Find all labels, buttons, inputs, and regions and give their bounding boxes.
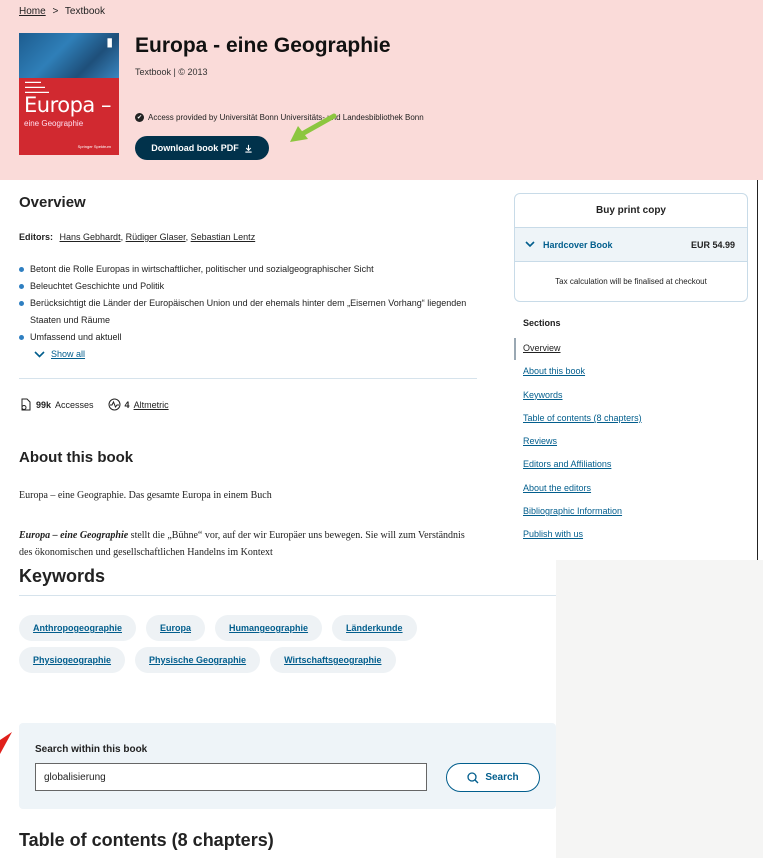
search-label: Search within this book	[35, 744, 148, 755]
section-item-bibliographic[interactable]: Bibliographic Information	[523, 506, 642, 529]
section-link[interactable]: Publish with us	[523, 529, 583, 539]
book-cover-image: ▮ ▬▬▬▬ ▬▬▬▬▬ ▬▬▬▬▬▬ Europa – eine Geograph…	[19, 33, 119, 155]
accesses-count: 99k	[36, 399, 52, 410]
tax-note: Tax calculation will be finalised at che…	[555, 277, 707, 286]
about-paragraph: Europa – eine Geographie stellt die „Büh…	[19, 527, 479, 561]
search-icon	[467, 771, 479, 783]
keywords-row: Physiogeographie Physische Geographie Wi…	[19, 647, 396, 673]
section-item-publish[interactable]: Publish with us	[523, 529, 642, 552]
section-link[interactable]: Bibliographic Information	[523, 506, 622, 516]
toc-heading: Table of contents (8 chapters)	[19, 830, 274, 850]
cover-publisher: Springer Spektrum	[77, 144, 111, 149]
keyword-chip[interactable]: Anthropogeographie	[19, 615, 136, 641]
section-item-overview[interactable]: Overview	[523, 343, 642, 366]
keyword-chip[interactable]: Wirtschaftsgeographie	[270, 647, 396, 673]
cover-subtitle: eine Geographie	[24, 119, 84, 128]
list-item: Umfassend und aktuell	[19, 329, 479, 346]
check-circle-icon: ✔	[135, 113, 144, 122]
keywords-heading: Keywords	[19, 566, 106, 586]
download-pdf-label: Download book PDF	[151, 143, 239, 153]
cover-logo: ▮	[106, 35, 113, 49]
list-item: Betont die Rolle Europas in wirtschaftli…	[19, 261, 479, 278]
download-pdf-button[interactable]: Download book PDF	[135, 136, 269, 160]
list-item: Berücksichtigt die Länder der Europäisch…	[19, 295, 479, 329]
show-all-button[interactable]: Show all	[34, 349, 85, 359]
divider	[19, 595, 556, 596]
about-heading: About this book	[19, 449, 134, 466]
list-item: Beleuchtet Geschichte und Politik	[19, 278, 479, 295]
section-item-reviews[interactable]: Reviews	[523, 436, 642, 459]
hardcover-price: EUR 54.99	[690, 239, 735, 250]
hardcover-label: Hardcover Book	[543, 239, 613, 250]
page-title: Europa - eine Geographie	[135, 34, 391, 57]
cover-title: Europa –	[24, 93, 111, 117]
editor-link[interactable]: Rüdiger Glaser	[126, 232, 186, 242]
scroll-edge	[757, 180, 758, 560]
breadcrumb-home-link[interactable]: Home	[19, 6, 46, 17]
altmetric-icon	[108, 398, 121, 411]
annotation-arrow-icon	[290, 113, 337, 142]
hardcover-option[interactable]: Hardcover Book EUR 54.99	[515, 228, 747, 262]
keyword-chip[interactable]: Physiogeographie	[19, 647, 126, 673]
section-link[interactable]: Editors and Affiliations	[523, 459, 611, 469]
section-link[interactable]: About this book	[523, 366, 585, 376]
buy-print-box: Buy print copy Hardcover Book EUR 54.99 …	[514, 193, 748, 302]
buy-title: Buy print copy	[515, 194, 747, 228]
search-button-label: Search	[485, 772, 519, 783]
about-paragraph: Europa – eine Geographie. Das gesamte Eu…	[19, 490, 272, 501]
about-emphasis: Europa – eine Geographie	[19, 530, 129, 541]
section-link[interactable]: Reviews	[523, 436, 557, 446]
download-icon	[245, 144, 252, 153]
chevron-down-icon	[34, 350, 45, 358]
access-text: Access provided by Universität Bonn Univ…	[148, 113, 424, 122]
metrics-bar: 99k Accesses 4 Altmetric	[19, 398, 169, 411]
annotation-marker-icon	[0, 732, 12, 754]
divider	[19, 378, 477, 379]
keyword-chip[interactable]: Länderkunde	[332, 615, 417, 641]
show-all-label: Show all	[51, 349, 86, 359]
sections-heading: Sections	[523, 318, 561, 328]
section-link[interactable]: Table of contents (8 chapters)	[523, 413, 642, 423]
search-input[interactable]: globalisierung	[35, 763, 427, 791]
breadcrumb: Home > Textbook	[19, 6, 105, 17]
access-notice: ✔ Access provided by Universität Bonn Un…	[135, 113, 424, 122]
keyword-chip[interactable]: Humangeographie	[215, 615, 323, 641]
accesses-label: Accesses	[55, 399, 94, 410]
chevron-down-icon	[525, 241, 535, 248]
editor-link[interactable]: Sebastian Lentz	[191, 232, 256, 242]
keyword-chip[interactable]: Europa	[146, 615, 206, 641]
search-button[interactable]: Search	[446, 763, 540, 792]
lower-right-blank	[556, 560, 763, 858]
cover-map-strip: ▮	[19, 33, 119, 78]
sections-nav: Overview About this book Keywords Table …	[523, 343, 642, 553]
overview-bullets: Betont die Rolle Europas in wirtschaftli…	[19, 261, 479, 346]
editors-line: Editors: Hans Gebhardt, Rüdiger Glaser, …	[19, 232, 256, 242]
section-item-about[interactable]: About this book	[523, 366, 642, 389]
section-item-editors[interactable]: Editors and Affiliations	[523, 459, 642, 482]
section-item-keywords[interactable]: Keywords	[523, 390, 642, 413]
altmetric-count: 4	[124, 399, 130, 410]
altmetric-link[interactable]: Altmetric	[134, 400, 169, 410]
cover-author-names: ▬▬▬▬ ▬▬▬▬▬ ▬▬▬▬▬▬	[25, 79, 49, 94]
keyword-chip[interactable]: Physische Geographie	[135, 647, 261, 673]
section-item-toc[interactable]: Table of contents (8 chapters)	[523, 413, 642, 436]
section-link[interactable]: Keywords	[523, 390, 563, 400]
search-within-book: Search within this book globalisierung S…	[19, 723, 556, 809]
editor-link[interactable]: Hans Gebhardt	[60, 232, 121, 242]
active-section-indicator	[514, 338, 516, 360]
section-item-about-editors[interactable]: About the editors	[523, 483, 642, 506]
section-link[interactable]: About the editors	[523, 483, 591, 493]
section-link[interactable]: Overview	[523, 343, 561, 353]
book-meta: Textbook | © 2013	[135, 67, 208, 77]
editors-label: Editors:	[19, 232, 54, 242]
breadcrumb-current: Textbook	[64, 6, 105, 17]
keywords-row: Anthropogeographie Europa Humangeographi…	[19, 615, 417, 641]
overview-heading: Overview	[19, 194, 86, 211]
download-count-icon	[21, 398, 31, 411]
page: Home > Textbook ▮ ▬▬▬▬ ▬▬▬▬▬ ▬▬▬▬▬▬ Europa…	[0, 0, 763, 858]
breadcrumb-separator: >	[52, 6, 59, 17]
